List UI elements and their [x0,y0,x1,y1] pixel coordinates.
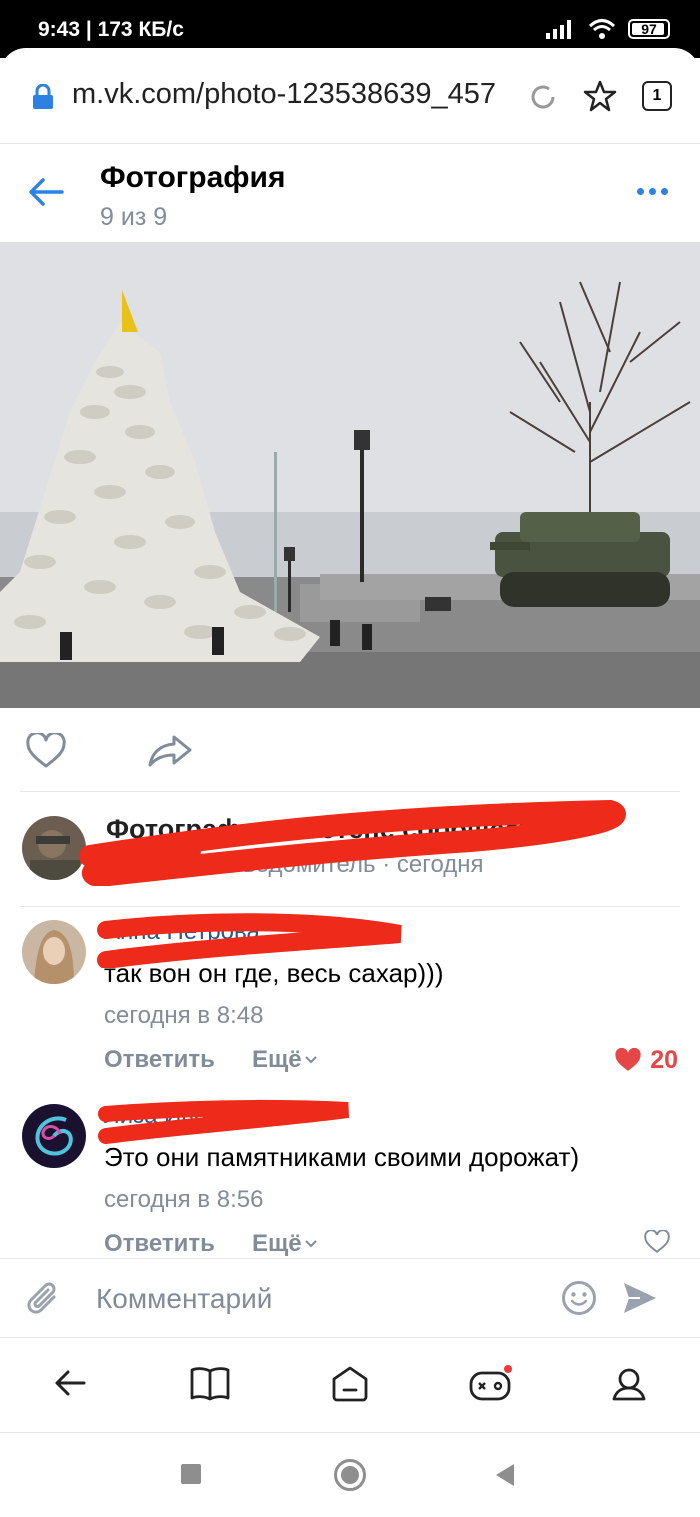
comment-text: так вон он где, весь сахар))) [104,958,444,988]
system-back-icon[interactable] [494,1462,516,1488]
send-icon[interactable] [622,1281,658,1315]
comment: Лиза Иванова Это они памятниками своими … [0,1090,700,1258]
lock-icon [33,84,53,109]
photo-image [0,242,700,708]
status-icons: 97 [546,18,670,40]
profile-icon[interactable] [610,1365,648,1403]
smile-icon[interactable] [561,1280,597,1316]
source-subtitle: Военный Осведомитель · сегодня [106,851,484,879]
like-count: 20 [650,1046,678,1074]
source-title: Фотографии на стене сообщества [106,814,564,844]
chevron-down-icon [304,1056,317,1064]
battery-level: 97 [641,21,657,37]
comment-text: Это они памятниками своими дорожат) [104,1142,580,1172]
browser-url-bar: m.vk.com/photo-123538639_457 1 [0,48,700,144]
comment: Анна Петрова так вон он где, весь сахар)… [0,906,700,1086]
photo-actions [0,708,700,792]
android-nav-bar [0,1433,700,1517]
comment-time: сегодня в 8:48 [104,1002,264,1029]
more-dots-icon[interactable] [637,188,668,195]
url-text[interactable]: m.vk.com/photo-123538639_457 [72,78,496,111]
reload-icon[interactable] [527,81,559,113]
more-menu-button[interactable]: Ещё [252,1230,318,1258]
battery-icon: 97 [628,19,670,39]
wifi-icon [588,19,616,39]
more-label: Ещё [252,1046,302,1073]
group-avatar [22,816,86,880]
comment-like-button[interactable]: 20 [614,1046,678,1075]
star-icon[interactable] [583,79,617,113]
share-icon[interactable] [148,735,192,767]
back-icon[interactable] [52,1365,88,1401]
page-title: Фотография [100,161,286,194]
divider [20,791,680,792]
comment-author[interactable]: Анна Петрова [104,918,260,946]
games-icon[interactable] [468,1365,514,1403]
paperclip-icon[interactable] [24,1279,64,1319]
page-header: Фотография 9 из 9 [0,145,700,242]
source-time: · сегодня [382,851,484,878]
comment-input[interactable] [96,1277,536,1321]
group-name[interactable]: Военный Осведомитель [106,851,376,878]
comment-input-bar [0,1258,700,1338]
recents-icon[interactable] [180,1463,202,1485]
status-time: 9:43 | 173 КБ/с [38,18,184,41]
heart-filled-icon [615,1048,641,1071]
signal-icon [546,20,571,39]
heart-icon [644,1230,670,1253]
commenter-avatar[interactable] [22,1104,86,1168]
photo[interactable] [0,242,700,708]
book-icon[interactable] [190,1365,230,1403]
photo-source[interactable]: Фотографии на стене сообщества Военный О… [0,796,700,906]
photo-counter: 9 из 9 [100,203,168,231]
more-label: Ещё [252,1230,302,1257]
browser-bottom-nav [0,1339,700,1433]
reply-button[interactable]: Ответить [104,1046,215,1074]
tabs-count-button[interactable]: 1 [642,81,672,111]
reply-button[interactable]: Ответить [104,1230,215,1258]
comment-time: сегодня в 8:56 [104,1186,264,1213]
heart-icon[interactable] [26,733,66,769]
home-circle-icon[interactable] [333,1458,367,1492]
comment-like-button[interactable] [644,1230,678,1254]
commenter-avatar[interactable] [22,920,86,984]
chevron-down-icon [304,1240,317,1248]
back-arrow-icon[interactable] [28,177,64,207]
comment-author[interactable]: Лиза Иванова [104,1102,260,1130]
more-menu-button[interactable]: Ещё [252,1046,318,1074]
home-icon[interactable] [330,1365,370,1403]
